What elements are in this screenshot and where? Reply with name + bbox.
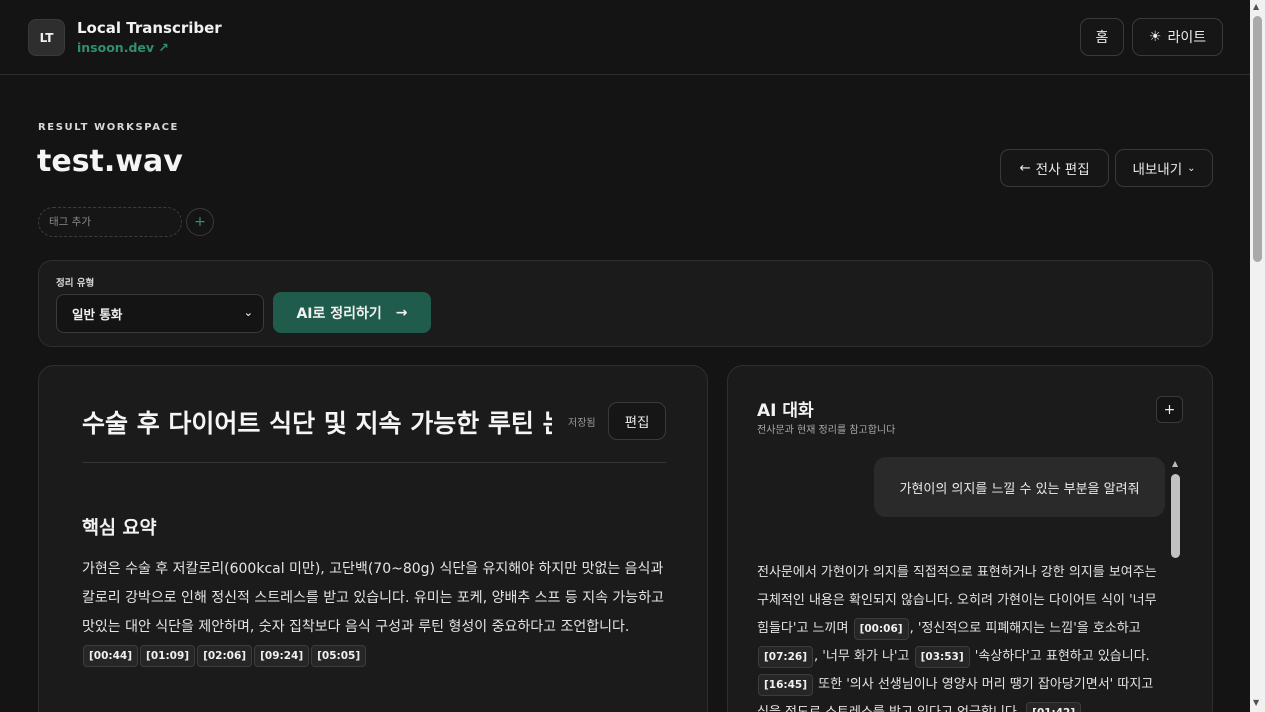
arrow-right-icon: →: [395, 304, 408, 321]
page-scroll-thumb[interactable]: [1253, 16, 1262, 262]
theme-toggle-button[interactable]: ☀ 라이트: [1132, 18, 1223, 56]
home-button-label: 홈: [1095, 30, 1109, 46]
ai-message-text: '속상하다'고 표현하고 있습니다.: [970, 649, 1150, 664]
sun-icon: ☀: [1148, 29, 1162, 45]
ai-message-text: 또한 '의사 선생님이나 영양사 머리 땡기 잡아당기면서' 따지고 싶을 정도…: [757, 677, 1154, 712]
timestamp-chip[interactable]: [01:09]: [140, 645, 196, 667]
chat-scrollbar[interactable]: ▲: [1170, 459, 1182, 712]
ai-summarize-button[interactable]: AI로 정리하기 →: [273, 292, 431, 333]
app-link-label: insoon.dev: [77, 40, 155, 55]
ai-summarize-label: AI로 정리하기: [296, 305, 382, 322]
ai-message: 전사문에서 가현이가 의지를 직접적으로 표현하거나 강한 의지를 보여주는 구…: [757, 559, 1167, 712]
timestamp-chip[interactable]: [02:06]: [197, 645, 253, 667]
edit-transcript-label: 전사 편집: [1035, 162, 1090, 178]
summary-paragraph: 가현은 수술 후 저칼로리(600kcal 미만), 고단백(70~80g) 식…: [82, 555, 666, 671]
home-button[interactable]: 홈: [1080, 18, 1124, 56]
result-page: LT Local Transcriber insoon.dev ↗ 홈 ☀ 라이…: [0, 0, 1250, 712]
add-tag-button[interactable]: +: [186, 208, 214, 236]
edit-document-button[interactable]: 편집: [608, 402, 666, 440]
theme-toggle-label: 라이트: [1167, 30, 1207, 46]
chevron-down-icon: ⌄: [1187, 162, 1196, 174]
scroll-down-icon[interactable]: ▼: [1253, 698, 1259, 707]
user-message-text: 가현이의 의지를 느낄 수 있는 부분을 알려줘: [899, 481, 1140, 497]
summary-text: 가현은 수술 후 저칼로리(600kcal 미만), 고단백(70~80g) 식…: [82, 561, 664, 635]
new-chat-button[interactable]: +: [1156, 396, 1183, 423]
timestamp-chip[interactable]: [05:05]: [311, 645, 367, 667]
timestamp-chip[interactable]: [16:45]: [758, 673, 814, 696]
summary-type-select[interactable]: 일반 통화 ⌄: [56, 294, 264, 333]
arrow-left-icon: ←: [1019, 160, 1031, 176]
document-title: 수술 후 다이어트 식단 및 지속 가능한 루틴 논의: [82, 409, 552, 438]
page-title: test.wav: [37, 144, 183, 179]
export-button[interactable]: 내보내기 ⌄: [1115, 149, 1213, 187]
external-arrow-icon: ↗: [158, 40, 169, 55]
timestamp-chip[interactable]: [03:53]: [914, 645, 970, 668]
user-message: 가현이의 의지를 느낄 수 있는 부분을 알려줘: [874, 457, 1165, 517]
app-title: Local Transcriber: [77, 19, 222, 37]
ai-message-text: , '너무 화가 나'고: [814, 649, 914, 664]
section-heading: 핵심 요약: [82, 518, 157, 539]
app-logo[interactable]: LT: [28, 19, 65, 56]
scroll-up-icon[interactable]: ▲: [1253, 2, 1259, 11]
chat-scroll-thumb[interactable]: [1171, 474, 1180, 558]
chat-title: AI 대화: [757, 401, 814, 421]
plus-icon: +: [1163, 401, 1176, 418]
summary-type-value: 일반 통화: [72, 307, 123, 322]
chat-subtitle: 전사문과 현재 정리를 참고합니다: [757, 425, 896, 436]
ai-chat-card: AI 대화 전사문과 현재 정리를 참고합니다 + 가현이의 의지를 느낄 수 …: [727, 365, 1213, 712]
saved-status: 저장됨: [568, 418, 596, 429]
app-link[interactable]: insoon.dev ↗: [77, 40, 169, 55]
edit-transcript-button[interactable]: ← 전사 편집: [1000, 149, 1109, 187]
page-scrollbar[interactable]: ▲ ▼: [1250, 0, 1265, 712]
plus-icon: +: [194, 214, 206, 230]
summary-document-card: 수술 후 다이어트 식단 및 지속 가능한 루틴 논의 저장됨 편집 핵심 요약…: [38, 365, 708, 712]
timestamp-chip[interactable]: [07:26]: [758, 645, 814, 668]
timestamp-chip[interactable]: [00:06]: [853, 617, 909, 640]
edit-document-label: 편집: [624, 415, 650, 431]
tag-input[interactable]: 태그 추가: [38, 207, 182, 237]
timestamp-chip[interactable]: [09:24]: [254, 645, 310, 667]
workspace-label: RESULT WORKSPACE: [38, 122, 179, 133]
chevron-down-icon: ⌄: [243, 306, 253, 319]
export-label: 내보내기: [1132, 162, 1183, 178]
summary-type-panel: 정리 유형 일반 통화 ⌄ AI로 정리하기 →: [38, 260, 1213, 347]
timestamp-chip[interactable]: [01:42]: [1026, 701, 1082, 712]
top-bar: LT Local Transcriber insoon.dev ↗ 홈 ☀ 라이…: [0, 0, 1250, 75]
timestamp-chip[interactable]: [00:44]: [83, 645, 139, 667]
summary-type-label: 정리 유형: [56, 278, 95, 289]
ai-message-text: , '정신적으로 피폐해지는 느낌'을 호소하고: [909, 621, 1141, 636]
scroll-up-icon[interactable]: ▲: [1172, 459, 1178, 468]
divider: [82, 462, 666, 463]
